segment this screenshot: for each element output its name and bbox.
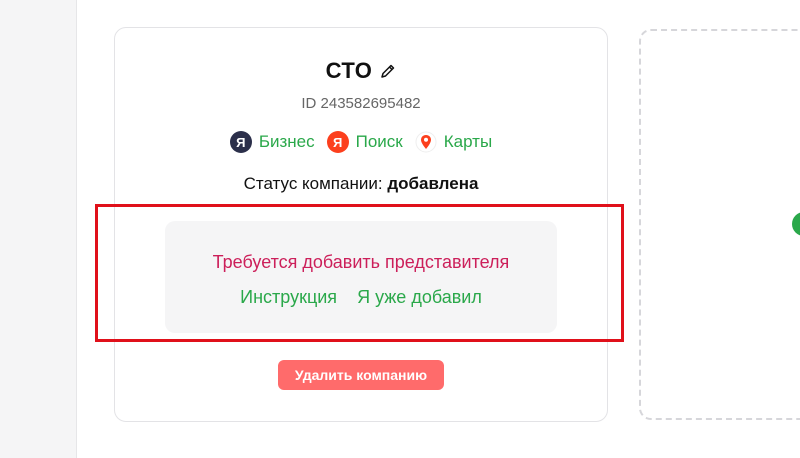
- service-search-label: Поиск: [355, 132, 403, 151]
- company-id: ID 243582695482: [301, 95, 421, 112]
- company-card: СТО ID 243582695482 Я Бизнес Я Поиск Кар…: [114, 27, 608, 422]
- company-title: СТО: [325, 58, 373, 83]
- yandex-business-icon: Я: [229, 131, 252, 153]
- representative-notice: Требуется добавить представителя Инструк…: [165, 221, 557, 333]
- yandex-search-icon: Я: [326, 131, 349, 153]
- status-label: Статус компании:: [243, 174, 388, 193]
- status-value: добавлена: [387, 174, 479, 193]
- service-search-link[interactable]: Я Поиск: [326, 131, 403, 153]
- delete-company-button[interactable]: Удалить компанию: [278, 360, 444, 390]
- service-maps-label: Карты: [443, 132, 493, 151]
- pencil-edit-icon[interactable]: [380, 63, 396, 79]
- yandex-maps-pin-icon: [414, 131, 437, 153]
- instruction-link[interactable]: Инструкция: [240, 287, 337, 308]
- already-added-link[interactable]: Я уже добавил: [357, 287, 482, 308]
- left-sidebar-strip: [0, 0, 77, 458]
- company-title-row: СТО: [115, 58, 607, 84]
- company-status: Статус компании: добавлена: [115, 174, 607, 194]
- service-maps-link[interactable]: Карты: [414, 131, 493, 153]
- service-business-link[interactable]: Я Бизнес: [229, 131, 315, 153]
- representative-message: Требуется добавить представителя: [212, 252, 510, 272]
- add-company-placeholder-card[interactable]: [639, 29, 800, 420]
- yandex-services: Я Бизнес Я Поиск Карты: [115, 131, 607, 153]
- service-business-label: Бизнес: [258, 132, 315, 151]
- representative-links: Инструкция Я уже добавил: [165, 287, 557, 308]
